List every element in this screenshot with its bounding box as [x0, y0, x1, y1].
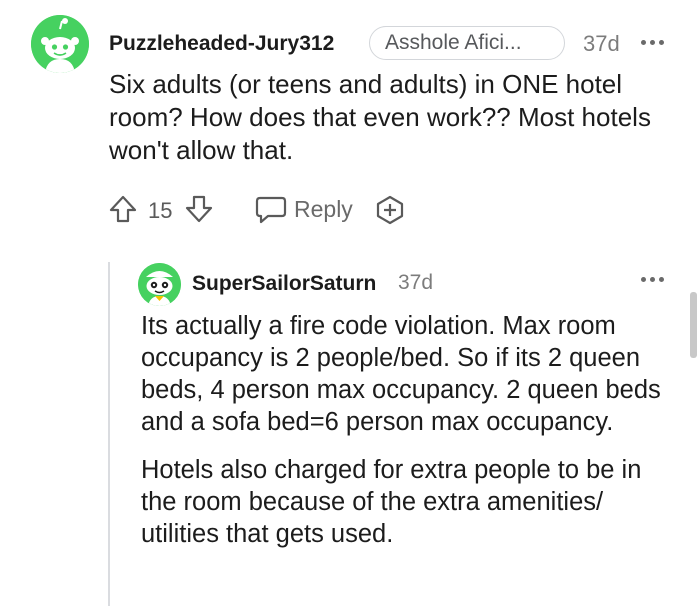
- more-options-icon[interactable]: [641, 40, 664, 45]
- upvote-arrow-icon[interactable]: [106, 192, 140, 226]
- comment-body: Six adults (or teens and adults) in ONE …: [109, 69, 651, 165]
- more-options-icon[interactable]: [641, 277, 664, 282]
- vote-count: 15: [148, 198, 173, 223]
- reply-body: Its actually a fire code violation. Max …: [141, 310, 676, 566]
- comment-timestamp: 37d: [583, 31, 620, 56]
- user-flair-badge: Asshole Afici...: [369, 26, 565, 60]
- reply-paragraph: Its actually a fire code violation. Max …: [141, 312, 661, 436]
- reply-paragraph: Hotels also charged for extra people to …: [141, 456, 642, 548]
- reply-user-avatar-icon[interactable]: [138, 263, 181, 306]
- comment-username[interactable]: Puzzleheaded-Jury312: [109, 32, 334, 56]
- scrollbar-thumb[interactable]: [690, 292, 697, 358]
- downvote-arrow-icon[interactable]: [182, 192, 216, 226]
- reply-timestamp: 37d: [398, 271, 434, 294]
- reply-bubble-icon[interactable]: [254, 194, 288, 226]
- reply-username[interactable]: SuperSailorSaturn: [192, 272, 376, 296]
- user-avatar-icon[interactable]: [31, 15, 89, 73]
- thread-collapse-line[interactable]: [108, 262, 110, 606]
- award-plus-icon[interactable]: [373, 194, 407, 226]
- reply-button[interactable]: Reply: [294, 196, 353, 223]
